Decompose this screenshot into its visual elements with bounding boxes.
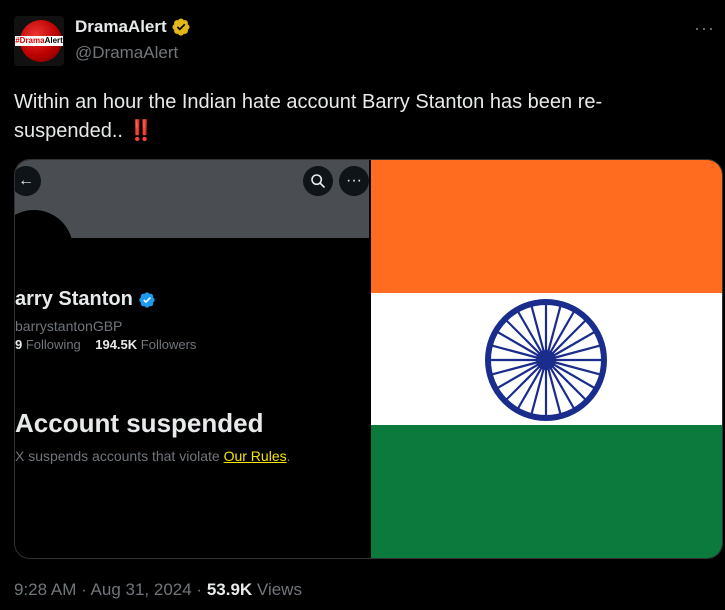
tweet-text: Within an hour the Indian hate account B… [14,88,694,146]
profile-name: arry Stanton [15,288,133,310]
flag-green-band [371,425,722,558]
verified-badge-icon [172,18,190,36]
views-count: 53.9K [206,580,253,599]
tweet-date[interactable]: Aug 31, 2024 [91,580,192,599]
author-name-row[interactable]: DramaAlert [75,17,191,37]
views-label: Views [252,580,302,599]
author-handle[interactable]: @DramaAlert [75,43,178,63]
tweet-media[interactable]: ← ··· arry Stanton barrystantonGBP 9 Fol… [14,159,723,559]
more-icon[interactable]: ··· [694,18,715,39]
following-label: Following [25,337,81,352]
followers-count: 194.5K [95,337,138,352]
flag-saffron-band [371,160,722,293]
suspended-text: X suspends accounts that violate Our Rul… [15,448,291,464]
suspended-message: X suspends accounts that violate [15,448,224,464]
author-display-name[interactable]: DramaAlert [75,17,167,37]
tweet-meta: 9:28 AM · Aug 31, 2024 · 53.9K Views [14,580,302,600]
media-image-india-flag[interactable] [371,160,722,558]
suspended-title: Account suspended [15,408,264,438]
tweet-body: Within an hour the Indian hate account B… [14,91,603,142]
more-icon: ··· [339,166,369,196]
double-exclamation-emoji: ‼️ [128,120,154,142]
meta-separator: · [76,580,91,599]
author-avatar[interactable]: #DramaAlert [14,16,64,66]
meta-separator: · [191,580,207,599]
ashoka-chakra-icon [485,299,607,421]
profile-handle: barrystantonGBP [15,318,123,334]
tweet-time[interactable]: 9:28 AM [14,580,76,599]
followers-label: Followers [140,337,197,352]
search-icon [303,166,333,196]
following-count: 9 [15,337,23,352]
blue-verified-badge-icon [139,291,155,308]
profile-name-row: arry Stanton [15,288,156,311]
media-image-suspended-profile[interactable]: ← ··· arry Stanton barrystantonGBP 9 Fol… [15,160,369,558]
avatar-logo: #DramaAlert [15,36,63,46]
profile-stats: 9 Following 194.5K Followers [15,337,196,352]
rules-link: Our Rules [223,448,287,464]
suspended-end: . [286,448,291,464]
